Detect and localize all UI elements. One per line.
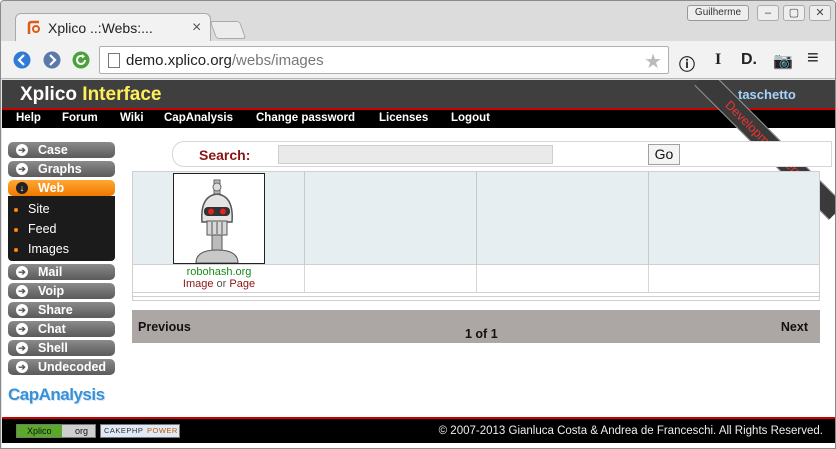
arrow-right-icon: ➔ [16, 266, 28, 278]
cakephp-badge[interactable]: CAKEPHP POWER [100, 424, 180, 438]
arrow-right-icon: ➔ [16, 342, 28, 354]
web-submenu: Site Feed Images [8, 196, 115, 261]
reload-icon[interactable] [72, 51, 90, 69]
url-text: demo.xplico.org/webs/images [126, 52, 324, 69]
menu-capanalysis[interactable]: CapAnalysis [164, 112, 233, 124]
menu-wiki[interactable]: Wiki [120, 112, 144, 124]
main-menu: Help Forum Wiki CapAnalysis Change passw… [2, 110, 835, 128]
robot-image [195, 179, 239, 264]
empty-row [132, 297, 820, 301]
forward-icon[interactable] [43, 51, 61, 69]
caption-cell: robohash.org Image or Page [133, 265, 305, 293]
xplico-badge[interactable]: Xplico org [16, 424, 96, 438]
arrow-right-icon: ➔ [16, 144, 28, 156]
tab-close-icon[interactable]: × [192, 19, 201, 37]
address-bar[interactable]: demo.xplico.org/webs/images ★ [99, 46, 669, 74]
sidebar-item-web[interactable]: ↓ Web [8, 180, 115, 196]
bullet-icon [14, 208, 18, 212]
close-window-button[interactable]: ✕ [809, 5, 831, 21]
site-brand: Xplico Interface [20, 84, 162, 105]
sidebar-item-case[interactable]: ➔ Case [8, 142, 115, 158]
sidebar-item-share[interactable]: ➔ Share [8, 302, 115, 318]
menu-licenses[interactable]: Licenses [379, 112, 428, 124]
arrow-right-icon: ➔ [16, 304, 28, 316]
menu-icon[interactable]: ≡ [807, 47, 819, 70]
logged-user: taschetto [738, 87, 796, 102]
back-icon[interactable] [13, 51, 31, 69]
xplico-favicon-icon [27, 20, 40, 34]
go-button[interactable]: Go [648, 144, 680, 165]
menu-forum[interactable]: Forum [62, 112, 98, 124]
arrow-right-icon: ➔ [16, 323, 28, 335]
arrow-right-icon: ➔ [16, 361, 28, 373]
image-row [132, 171, 821, 266]
caption-row: robohash.org Image or Page [132, 265, 820, 293]
pagination: Previous 1 of 1 Next [132, 310, 820, 343]
web-page: Xplico Interface taschetto Help Forum Wi… [2, 80, 835, 448]
maximize-button[interactable]: ▢ [783, 5, 805, 21]
page-icon [108, 53, 120, 68]
page-count: 1 of 1 [465, 327, 498, 341]
submenu-item-feed[interactable]: Feed [8, 219, 115, 239]
extension-d-icon[interactable]: D. [741, 51, 757, 69]
minimize-button[interactable]: ‒ [757, 5, 779, 21]
arrow-down-icon: ↓ [16, 182, 28, 194]
sidebar-item-chat[interactable]: ➔ Chat [8, 321, 115, 337]
image-link[interactable]: Image [183, 278, 214, 290]
browser-window: Xplico ..:Webs:... × Guilherme ‒ ▢ ✕ dem… [0, 0, 836, 449]
sidebar-item-mail[interactable]: ➔ Mail [8, 264, 115, 280]
caption-cell [649, 265, 821, 293]
page-link[interactable]: Page [229, 278, 255, 290]
search-bar: Search: Go [172, 141, 832, 167]
search-input[interactable] [278, 145, 553, 164]
capanalysis-logo[interactable]: CapAnalysis [8, 385, 115, 405]
menu-help[interactable]: Help [16, 112, 41, 124]
search-label: Search: [199, 147, 251, 163]
bullet-icon [14, 228, 18, 232]
site-link[interactable]: robohash.org [133, 266, 305, 278]
arrow-right-icon: ➔ [16, 163, 28, 175]
submenu-item-site[interactable]: Site [8, 199, 115, 219]
bullet-icon [14, 248, 18, 252]
copyright-text: © 2007-2013 Gianluca Costa & Andrea de F… [438, 425, 823, 437]
new-tab-button[interactable] [209, 21, 247, 39]
next-link[interactable]: Next [781, 320, 808, 334]
menu-logout[interactable]: Logout [451, 112, 490, 124]
profile-button[interactable]: Guilherme [687, 5, 749, 21]
sidebar-item-voip[interactable]: ➔ Voip [8, 283, 115, 299]
info-icon[interactable]: ⓘ [679, 51, 695, 75]
sidebar-item-shell[interactable]: ➔ Shell [8, 340, 115, 356]
previous-link[interactable]: Previous [138, 320, 191, 334]
image-grid: robohash.org Image or Page [132, 171, 820, 301]
caption-cell [305, 265, 477, 293]
browser-toolbar: demo.xplico.org/webs/images ★ ⓘ I D. 📷 ≡ [1, 41, 835, 79]
robot-thumbnail[interactable] [173, 173, 265, 264]
menu-change-password[interactable]: Change password [256, 112, 355, 124]
arrow-right-icon: ➔ [16, 285, 28, 297]
sidebar-item-graphs[interactable]: ➔ Graphs [8, 161, 115, 177]
bookmark-star-icon[interactable]: ★ [644, 49, 662, 74]
extension-i-icon[interactable]: I [715, 51, 721, 69]
or-text: or [216, 278, 227, 290]
image-page-links: Image or Page [133, 278, 305, 290]
sidebar-item-undecoded[interactable]: ➔ Undecoded [8, 359, 115, 375]
submenu-item-images[interactable]: Images [8, 239, 115, 259]
tab-title: Xplico ..:Webs:... [48, 20, 153, 36]
caption-cell [477, 265, 649, 293]
camera-icon[interactable]: 📷 [773, 51, 793, 71]
image-cell [305, 172, 477, 266]
image-cell [649, 172, 821, 266]
browser-tab[interactable]: Xplico ..:Webs:... × [15, 13, 211, 43]
image-cell [477, 172, 649, 266]
image-cell [133, 172, 305, 266]
site-footer: Xplico org CAKEPHP POWER © 2007-2013 Gia… [2, 417, 835, 443]
sidebar: ➔ Case ➔ Graphs ↓ Web Site Feed Images ➔ Mai… [8, 142, 115, 405]
tab-strip: Xplico ..:Webs:... × Guilherme ‒ ▢ ✕ [1, 1, 835, 43]
